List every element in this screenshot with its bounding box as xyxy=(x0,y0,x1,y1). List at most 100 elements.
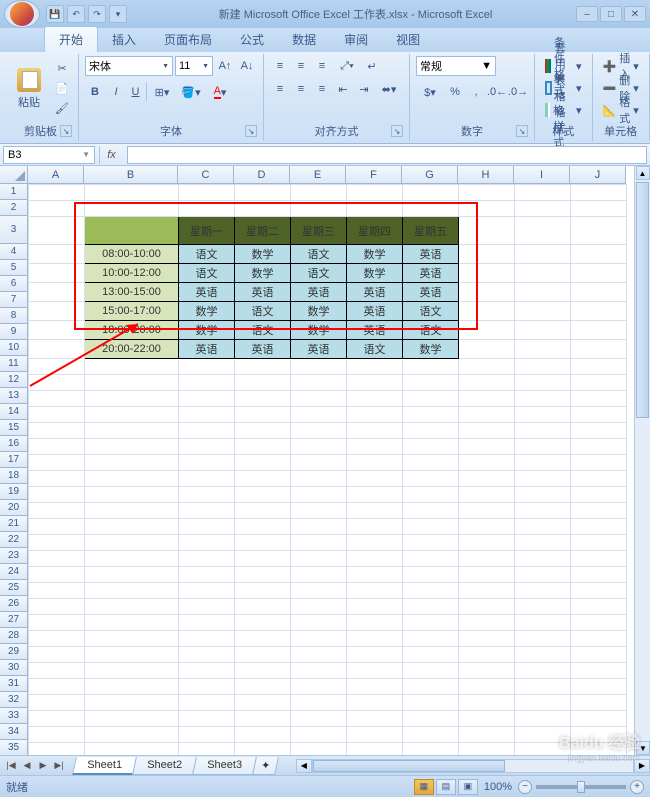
cell[interactable] xyxy=(459,201,515,217)
font-size-dropdown[interactable]: 11▼ xyxy=(175,56,213,76)
cell[interactable] xyxy=(347,551,403,567)
col-head-J[interactable]: J xyxy=(570,166,626,184)
zoom-percent[interactable]: 100% xyxy=(484,781,512,793)
cell[interactable] xyxy=(459,264,515,283)
row-head-27[interactable]: 27 xyxy=(0,612,28,628)
cell[interactable] xyxy=(459,551,515,567)
cell[interactable] xyxy=(515,503,571,519)
cell[interactable]: 英语 xyxy=(403,245,459,264)
cell[interactable]: 语文 xyxy=(235,302,291,321)
cell[interactable] xyxy=(403,423,459,439)
row-head-7[interactable]: 7 xyxy=(0,292,28,308)
cell[interactable] xyxy=(571,535,627,551)
row-head-28[interactable]: 28 xyxy=(0,628,28,644)
cell[interactable] xyxy=(29,695,85,711)
cell[interactable] xyxy=(85,567,179,583)
row-head-3[interactable]: 3 xyxy=(0,216,28,244)
currency-button[interactable]: $▾ xyxy=(416,82,444,102)
cell[interactable]: 语文 xyxy=(291,245,347,264)
cell[interactable] xyxy=(179,711,235,727)
cell[interactable] xyxy=(235,407,291,423)
cell[interactable] xyxy=(29,743,85,756)
cell[interactable] xyxy=(85,551,179,567)
save-icon[interactable]: 💾 xyxy=(46,5,64,23)
increase-font-button[interactable]: A↑ xyxy=(215,56,235,76)
cell[interactable] xyxy=(235,391,291,407)
cell[interactable] xyxy=(29,407,85,423)
cell[interactable] xyxy=(571,185,627,201)
cell[interactable] xyxy=(571,663,627,679)
cell[interactable]: 数学 xyxy=(179,302,235,321)
col-head-H[interactable]: H xyxy=(458,166,514,184)
cell[interactable]: 语文 xyxy=(179,245,235,264)
cell[interactable] xyxy=(571,340,627,359)
cell[interactable] xyxy=(515,695,571,711)
cell[interactable] xyxy=(179,567,235,583)
sheet-nav-last[interactable]: ▶| xyxy=(52,759,66,773)
cell[interactable]: 英语 xyxy=(235,283,291,302)
decrease-font-button[interactable]: A↓ xyxy=(237,56,257,76)
cell[interactable] xyxy=(179,455,235,471)
cell[interactable] xyxy=(515,375,571,391)
cell[interactable] xyxy=(291,201,347,217)
zoom-in-button[interactable]: + xyxy=(630,780,644,794)
cell[interactable] xyxy=(85,439,179,455)
cell[interactable]: 英语 xyxy=(179,283,235,302)
cell[interactable] xyxy=(291,503,347,519)
cell[interactable] xyxy=(179,535,235,551)
formula-input[interactable] xyxy=(127,146,647,164)
cell[interactable] xyxy=(403,439,459,455)
cell[interactable] xyxy=(235,727,291,743)
cell[interactable] xyxy=(571,711,627,727)
cell[interactable] xyxy=(179,439,235,455)
row-head-17[interactable]: 17 xyxy=(0,452,28,468)
cell[interactable] xyxy=(571,727,627,743)
cell[interactable] xyxy=(235,663,291,679)
cell[interactable] xyxy=(235,455,291,471)
cell[interactable] xyxy=(85,217,179,245)
sheet-tab-2[interactable]: Sheet2 xyxy=(132,757,197,775)
cell[interactable] xyxy=(235,375,291,391)
cell[interactable] xyxy=(179,519,235,535)
cell[interactable] xyxy=(29,503,85,519)
cell[interactable] xyxy=(85,375,179,391)
cell[interactable] xyxy=(29,487,85,503)
cell[interactable]: 18:00-20:00 xyxy=(85,321,179,340)
cell[interactable] xyxy=(179,551,235,567)
cell[interactable] xyxy=(403,679,459,695)
row-head-31[interactable]: 31 xyxy=(0,676,28,692)
cell[interactable] xyxy=(347,375,403,391)
row-head-32[interactable]: 32 xyxy=(0,692,28,708)
orientation-button[interactable]: ⤢▾ xyxy=(333,56,361,76)
cell[interactable] xyxy=(347,519,403,535)
cell[interactable] xyxy=(235,439,291,455)
row-head-2[interactable]: 2 xyxy=(0,200,28,216)
align-top-button[interactable]: ≡ xyxy=(270,56,290,76)
cell[interactable] xyxy=(571,264,627,283)
name-box[interactable]: B3▼ xyxy=(3,146,95,164)
cell[interactable] xyxy=(29,535,85,551)
sheet-nav-prev[interactable]: ◀ xyxy=(20,759,34,773)
align-bottom-button[interactable]: ≡ xyxy=(312,56,332,76)
cell[interactable] xyxy=(571,503,627,519)
cell[interactable] xyxy=(85,423,179,439)
sheet-tab-3[interactable]: Sheet3 xyxy=(192,757,257,775)
cell[interactable] xyxy=(571,245,627,264)
cell[interactable] xyxy=(179,615,235,631)
cell[interactable] xyxy=(347,503,403,519)
cell[interactable] xyxy=(235,359,291,375)
cell[interactable] xyxy=(571,695,627,711)
cell[interactable] xyxy=(403,359,459,375)
scroll-up-button[interactable]: ▲ xyxy=(636,166,650,180)
cut-button[interactable]: ✂ xyxy=(52,60,72,78)
cell[interactable] xyxy=(347,407,403,423)
hscroll-thumb[interactable] xyxy=(313,760,505,772)
cell[interactable] xyxy=(347,359,403,375)
cell[interactable] xyxy=(459,615,515,631)
cell[interactable] xyxy=(347,695,403,711)
cell[interactable] xyxy=(571,679,627,695)
cell[interactable] xyxy=(85,185,179,201)
cell[interactable] xyxy=(459,245,515,264)
cell[interactable] xyxy=(235,423,291,439)
row-head-11[interactable]: 11 xyxy=(0,356,28,372)
